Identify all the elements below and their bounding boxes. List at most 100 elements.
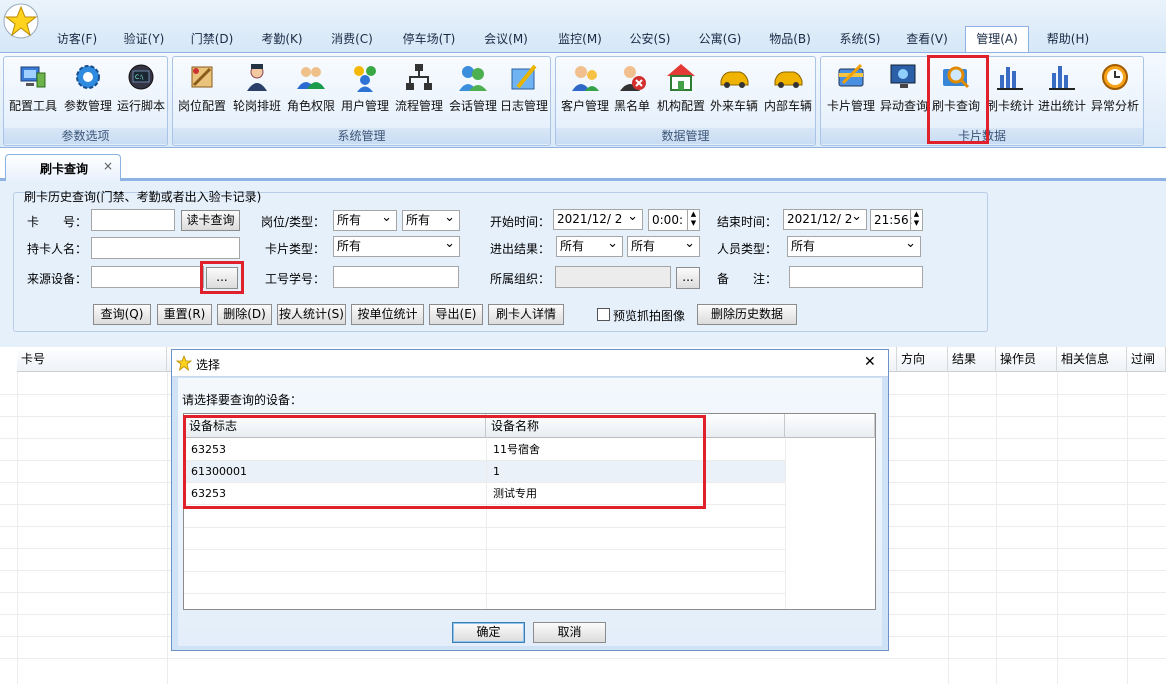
highlight-device-rows bbox=[183, 415, 706, 509]
user-manage-button[interactable]: 用户管理 bbox=[338, 57, 392, 127]
io-result-select[interactable]: 所有 bbox=[556, 234, 623, 257]
start-date-picker[interactable]: 2021/12/ 2 bbox=[553, 207, 643, 230]
bar-stat-icon bbox=[1049, 66, 1075, 90]
cancel-button[interactable]: 取消 bbox=[533, 622, 606, 643]
preview-capture-checkbox[interactable] bbox=[597, 308, 610, 321]
ribbon-group-system: 岗位配置 轮岗排班 角色权限 用户管理 流程管理 会话管理 日志管理 系统管理 bbox=[172, 56, 551, 146]
internal-vehicle-button[interactable]: 内部车辆 bbox=[760, 57, 816, 127]
end-time-input[interactable]: 21:56: ▲ ▼ bbox=[870, 209, 923, 231]
customer-icon bbox=[572, 66, 599, 91]
dialog-titlebar[interactable]: 选择 ✕ bbox=[172, 350, 888, 377]
star-logo-icon[interactable] bbox=[3, 3, 39, 39]
menu-tab-parking[interactable]: 停车场(T) bbox=[398, 28, 460, 50]
delete-button[interactable]: 删除(D) bbox=[217, 304, 272, 325]
change-query-button[interactable]: 异动查询 bbox=[877, 57, 931, 127]
dialog-title: 选择 bbox=[196, 358, 221, 372]
config-tool-button[interactable]: 配置工具 bbox=[6, 57, 60, 127]
dialog-prompt: 请选择要查询的设备： bbox=[182, 393, 303, 407]
clock-icon bbox=[1102, 64, 1128, 90]
type-select[interactable]: 所有 bbox=[402, 208, 460, 231]
tab-close-icon[interactable]: × bbox=[103, 159, 113, 173]
card-no-label: 卡 号： bbox=[27, 215, 88, 229]
query-panel: 刷卡历史查询(门禁、考勤或者出入验卡记录) 卡 号： 读卡查询 岗位/类型： 所… bbox=[0, 181, 1166, 347]
menu-tab-items[interactable]: 物品(B) bbox=[764, 28, 816, 50]
car-icon bbox=[720, 71, 749, 88]
ok-button[interactable]: 确定 bbox=[452, 622, 525, 643]
end-date-picker[interactable]: 2021/12/ 2 bbox=[783, 207, 867, 230]
menu-tab-police[interactable]: 公安(S) bbox=[624, 28, 676, 50]
reset-button[interactable]: 重置(R) bbox=[157, 304, 212, 325]
grid-col-gate[interactable]: 过闸 bbox=[1127, 347, 1166, 372]
card-no-input[interactable] bbox=[91, 209, 175, 231]
flowchart-icon bbox=[406, 64, 432, 90]
grid-col-result[interactable]: 结果 bbox=[948, 347, 996, 372]
tab-swipe-query[interactable]: 刷卡查询 × bbox=[5, 154, 121, 181]
preview-capture-label: 预览抓拍图像 bbox=[613, 309, 686, 323]
export-button[interactable]: 导出(E) bbox=[429, 304, 483, 325]
shift-schedule-button[interactable]: 轮岗排班 bbox=[230, 57, 284, 127]
grid-col-direction[interactable]: 方向 bbox=[897, 347, 948, 372]
menu-tab-system[interactable]: 系统(S) bbox=[834, 28, 886, 50]
org-config-button[interactable]: 机构配置 bbox=[654, 57, 708, 127]
post-config-button[interactable]: 岗位配置 bbox=[175, 57, 229, 127]
org-label: 所属组织： bbox=[490, 272, 551, 286]
person-type-select[interactable]: 所有 bbox=[787, 234, 921, 257]
external-vehicle-button[interactable]: 外来车辆 bbox=[706, 57, 762, 127]
role-permission-button[interactable]: 角色权限 bbox=[284, 57, 338, 127]
run-script-button[interactable]: C:\ 运行脚本 bbox=[115, 57, 167, 127]
menu-tab-view[interactable]: 查看(V) bbox=[900, 28, 954, 50]
read-card-button[interactable]: 读卡查询 bbox=[181, 210, 240, 231]
stat-by-person-button[interactable]: 按人统计(S) bbox=[277, 304, 346, 325]
menu-tab-verify[interactable]: 验证(Y) bbox=[118, 28, 170, 50]
start-time-input[interactable]: 0:00: ▲ ▼ bbox=[648, 209, 700, 231]
abnormal-analysis-button[interactable]: 异常分析 bbox=[1088, 57, 1142, 127]
param-manage-button[interactable]: 参数管理 bbox=[61, 57, 115, 127]
menu-tab-visitor[interactable]: 访客(F) bbox=[52, 28, 102, 50]
staff-no-input[interactable] bbox=[333, 266, 459, 288]
card-icon bbox=[838, 63, 864, 87]
grid-col-info[interactable]: 相关信息 bbox=[1057, 347, 1127, 372]
io-stat-button[interactable]: 进出统计 bbox=[1035, 57, 1089, 127]
card-type-select[interactable]: 所有 bbox=[333, 234, 460, 257]
cardholder-detail-button[interactable]: 刷卡人详情 bbox=[488, 304, 564, 325]
delete-history-button[interactable]: 删除历史数据 bbox=[697, 304, 797, 325]
remark-input[interactable] bbox=[789, 266, 923, 288]
holder-name-input[interactable] bbox=[91, 237, 240, 259]
highlight-browse-button bbox=[200, 261, 244, 294]
flow-manage-button[interactable]: 流程管理 bbox=[392, 57, 446, 127]
menu-tab-apartment[interactable]: 公寓(G) bbox=[694, 28, 746, 50]
gear-icon bbox=[76, 65, 100, 89]
menu-tab-access[interactable]: 门禁(D) bbox=[186, 28, 238, 50]
house-icon bbox=[667, 64, 695, 91]
swipe-stat-button[interactable]: 刷卡统计 bbox=[983, 57, 1037, 127]
menu-tab-attendance[interactable]: 考勤(K) bbox=[256, 28, 308, 50]
menu-tab-help[interactable]: 帮助(H) bbox=[1040, 28, 1096, 50]
star-icon bbox=[176, 355, 192, 371]
bar-stat-icon bbox=[997, 67, 1023, 90]
org-browse-button[interactable]: ... bbox=[676, 267, 700, 289]
post-select[interactable]: 所有 bbox=[333, 208, 397, 231]
spinner-icon[interactable]: ▲ ▼ bbox=[910, 210, 922, 230]
menu-tab-monitor[interactable]: 监控(M) bbox=[554, 28, 606, 50]
tab-label: 刷卡查询 bbox=[40, 162, 89, 176]
spinner-icon[interactable]: ▲ ▼ bbox=[687, 210, 699, 230]
blacklist-button[interactable]: 黑名单 bbox=[612, 57, 652, 127]
session-manage-button[interactable]: 会话管理 bbox=[446, 57, 500, 127]
org-input[interactable] bbox=[555, 266, 671, 288]
io-result-select-2[interactable]: 所有 bbox=[627, 234, 700, 257]
blacklist-icon bbox=[620, 66, 646, 91]
ribbon-group-data: 客户管理 黑名单 机构配置 外来车辆 内部车辆 数据管理 bbox=[555, 56, 816, 146]
menu-tab-manage[interactable]: 管理(A) bbox=[965, 26, 1029, 52]
menu-tab-consume[interactable]: 消费(C) bbox=[326, 28, 378, 50]
grid-col-card-no[interactable]: 卡号 bbox=[17, 347, 167, 372]
query-button[interactable]: 查询(Q) bbox=[93, 304, 151, 325]
close-icon[interactable]: ✕ bbox=[864, 354, 876, 370]
stat-by-unit-button[interactable]: 按单位统计 bbox=[351, 304, 424, 325]
grid-col-operator[interactable]: 操作员 bbox=[996, 347, 1057, 372]
card-manage-button[interactable]: 卡片管理 bbox=[823, 57, 879, 127]
customer-manage-button[interactable]: 客户管理 bbox=[558, 57, 612, 127]
menu-tab-meeting[interactable]: 会议(M) bbox=[480, 28, 532, 50]
log-manage-button[interactable]: 日志管理 bbox=[497, 57, 551, 127]
card-type-label: 卡片类型： bbox=[265, 242, 326, 256]
source-device-input[interactable] bbox=[91, 266, 204, 288]
